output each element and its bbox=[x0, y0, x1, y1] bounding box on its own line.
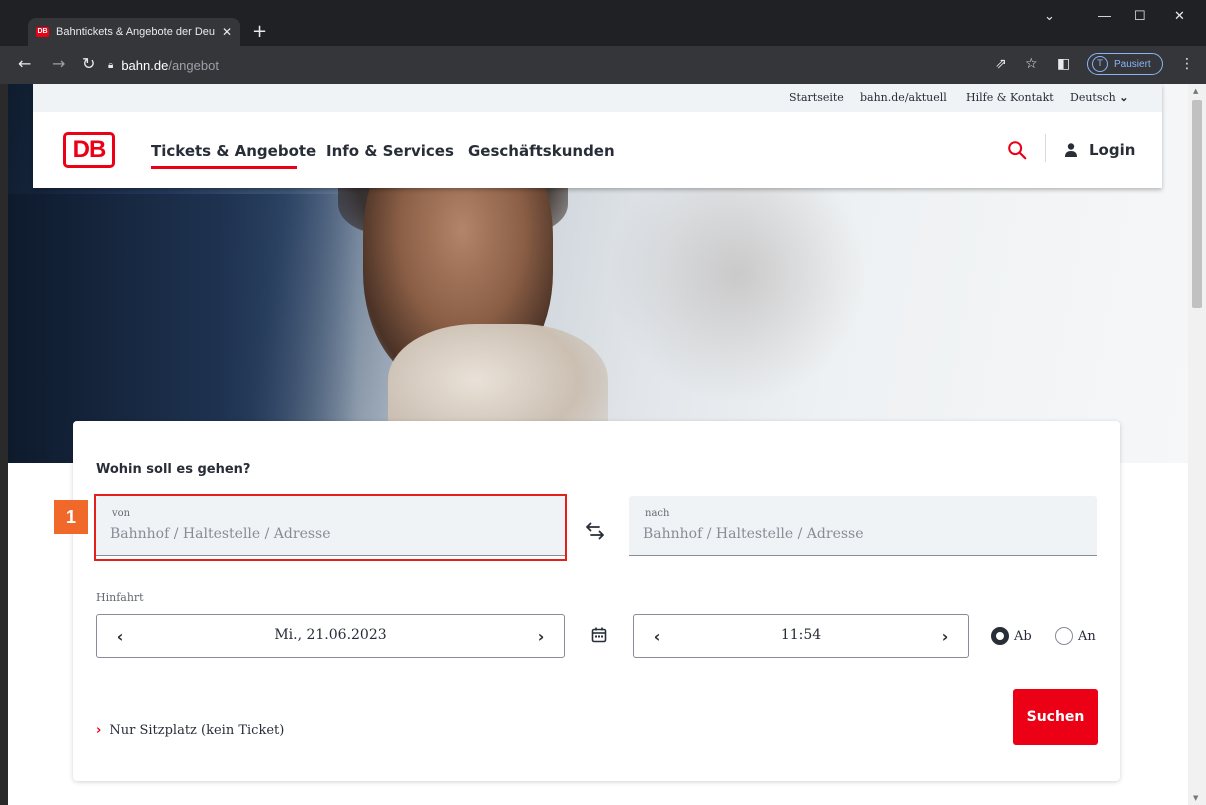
login-label: Login bbox=[1089, 141, 1136, 159]
reload-icon[interactable]: ↻ bbox=[82, 55, 95, 73]
close-tab-icon[interactable]: ✕ bbox=[222, 25, 232, 39]
nav-info-services[interactable]: Info & Services bbox=[326, 142, 454, 160]
chevron-right-icon: › bbox=[96, 723, 102, 738]
window-close-icon[interactable]: ✕ bbox=[1174, 8, 1185, 24]
tab-search-icon[interactable]: ⌄ bbox=[1044, 8, 1055, 24]
scroll-down-icon[interactable]: ▼ bbox=[1193, 794, 1198, 802]
menu-icon[interactable]: ⋮ bbox=[1180, 56, 1194, 72]
lock-icon: 🔒︎ bbox=[108, 59, 114, 71]
db-logo[interactable]: DB bbox=[63, 132, 115, 168]
from-label: von bbox=[112, 508, 131, 519]
time-next-icon[interactable]: › bbox=[934, 626, 956, 648]
chevron-down-icon: ⌄ bbox=[1119, 91, 1129, 104]
sidepanel-icon[interactable]: ◧ bbox=[1057, 56, 1070, 72]
language-select[interactable]: Deutsch ⌄ bbox=[1070, 91, 1128, 104]
date-value[interactable]: Mi., 21.06.2023 bbox=[137, 627, 524, 643]
radio-an-label: An bbox=[1078, 628, 1096, 644]
search-title: Wohin soll es gehen? bbox=[96, 462, 251, 477]
seat-only-link[interactable]: › Nur Sitzplatz (kein Ticket) bbox=[96, 723, 284, 738]
user-icon bbox=[1065, 143, 1077, 157]
new-tab-icon[interactable]: + bbox=[252, 19, 267, 45]
trip-search-card: Wohin soll es gehen? von nach Hinfahrt ‹… bbox=[73, 421, 1120, 781]
nav-geschaeftskunden[interactable]: Geschäftskunden bbox=[468, 142, 615, 160]
radio-ab-label: Ab bbox=[1014, 628, 1032, 644]
share-icon[interactable]: ⇗ bbox=[995, 56, 1007, 72]
url-host: bahn.de bbox=[121, 57, 169, 73]
language-label: Deutsch bbox=[1070, 91, 1116, 104]
meta-nav: Startseite bahn.de/aktuell Hilfe & Konta… bbox=[33, 84, 1162, 112]
profile-button[interactable]: T Pausiert bbox=[1087, 53, 1163, 75]
radio-ab-indicator bbox=[991, 627, 1009, 645]
radio-ab[interactable]: Ab bbox=[991, 627, 1032, 645]
outbound-label: Hinfahrt bbox=[96, 591, 144, 604]
search-button[interactable]: Suchen bbox=[1013, 689, 1098, 745]
page-scrollbar[interactable]: ▲ ▼ bbox=[1188, 84, 1206, 805]
date-prev-icon[interactable]: ‹ bbox=[109, 626, 131, 648]
swap-stations-icon[interactable] bbox=[583, 519, 607, 543]
page-viewport: Startseite bahn.de/aktuell Hilfe & Konta… bbox=[8, 84, 1188, 805]
avatar: T bbox=[1092, 56, 1108, 72]
nav-active-indicator bbox=[151, 166, 297, 169]
meta-link-hilfe[interactable]: Hilfe & Kontakt bbox=[966, 91, 1054, 104]
to-field[interactable]: nach bbox=[629, 496, 1097, 556]
scroll-up-icon[interactable]: ▲ bbox=[1193, 87, 1198, 95]
scrollbar-thumb[interactable] bbox=[1192, 100, 1202, 308]
date-stepper: ‹ Mi., 21.06.2023 › bbox=[96, 614, 565, 658]
time-stepper: ‹ 11:54 › bbox=[633, 614, 969, 658]
nav-tickets-angebote[interactable]: Tickets & Angebote bbox=[151, 142, 316, 160]
from-input[interactable] bbox=[110, 526, 530, 542]
tab-title: Bahntickets & Angebote der Deu bbox=[56, 26, 215, 38]
login-button[interactable]: Login bbox=[1063, 141, 1135, 159]
forward-icon[interactable]: → bbox=[52, 55, 65, 73]
profile-status: Pausiert bbox=[1114, 58, 1151, 70]
date-next-icon[interactable]: › bbox=[530, 626, 552, 648]
back-icon[interactable]: ← bbox=[18, 55, 31, 73]
maximize-icon[interactable]: ☐ bbox=[1134, 8, 1146, 24]
star-icon[interactable]: ☆ bbox=[1025, 56, 1038, 72]
meta-link-aktuell[interactable]: bahn.de/aktuell bbox=[860, 91, 947, 104]
seat-only-label: Nur Sitzplatz (kein Ticket) bbox=[109, 723, 285, 738]
search-icon[interactable] bbox=[1006, 139, 1030, 163]
to-input[interactable] bbox=[643, 526, 1063, 542]
to-label: nach bbox=[645, 508, 670, 519]
minimize-icon[interactable]: — bbox=[1098, 8, 1111, 23]
page-edge bbox=[0, 84, 8, 805]
time-value[interactable]: 11:54 bbox=[674, 627, 928, 643]
meta-link-startseite[interactable]: Startseite bbox=[789, 91, 844, 104]
calendar-icon[interactable] bbox=[590, 626, 608, 644]
browser-tab-bar: DB Bahntickets & Angebote der Deu ✕ + ⌄ … bbox=[0, 0, 1206, 46]
site-header: Startseite bahn.de/aktuell Hilfe & Konta… bbox=[33, 84, 1162, 188]
step-number-badge: 1 bbox=[54, 500, 88, 534]
header-divider bbox=[1045, 134, 1046, 162]
from-field[interactable]: von bbox=[96, 496, 565, 556]
address-bar[interactable]: 🔒︎ bahn.de/angebot bbox=[108, 52, 968, 78]
radio-an[interactable]: An bbox=[1055, 627, 1096, 645]
browser-tab[interactable]: DB Bahntickets & Angebote der Deu ✕ bbox=[28, 18, 240, 46]
radio-an-indicator bbox=[1055, 627, 1073, 645]
time-prev-icon[interactable]: ‹ bbox=[646, 626, 668, 648]
db-favicon-icon: DB bbox=[36, 27, 49, 37]
url-path: /angebot bbox=[168, 57, 219, 73]
